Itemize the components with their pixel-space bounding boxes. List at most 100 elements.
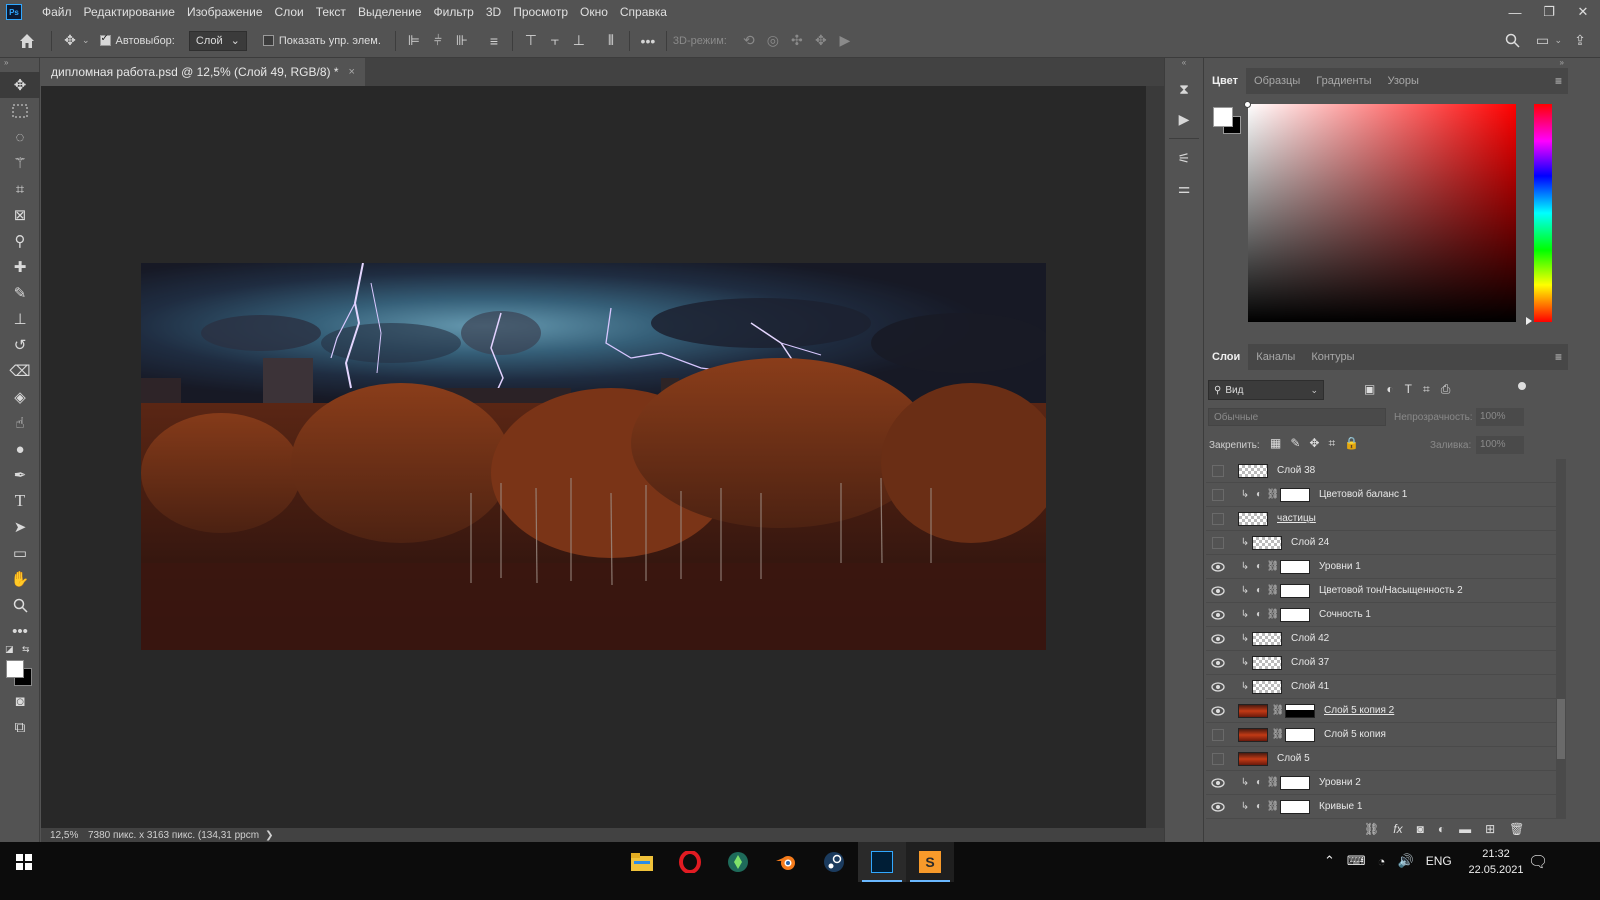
lock-transparent-icon[interactable]: ▦ xyxy=(1270,436,1281,451)
layer-mask-thumbnail[interactable] xyxy=(1285,703,1315,718)
lock-pixels-icon[interactable]: ✎ xyxy=(1290,436,1300,451)
menu-item[interactable]: Фильтр xyxy=(428,0,480,24)
menu-item[interactable]: Выделение xyxy=(352,0,428,24)
menu-item[interactable]: Файл xyxy=(36,0,78,24)
opera-icon[interactable] xyxy=(666,842,714,882)
layer-thumbnail[interactable] xyxy=(1280,607,1310,622)
smart-object-filter-icon[interactable]: ⎙ xyxy=(1441,382,1451,397)
screen-mode-icon[interactable]: ⧉ xyxy=(0,714,40,740)
mask-link-icon[interactable]: ⛓ xyxy=(1271,729,1285,740)
pen-tool-icon[interactable]: ✒ xyxy=(0,462,40,488)
tab-swatches[interactable]: Образцы xyxy=(1246,68,1308,94)
mask-link-icon[interactable]: ⛓ xyxy=(1271,705,1285,716)
lasso-tool-icon[interactable]: ◌ xyxy=(0,124,40,150)
eye-icon[interactable] xyxy=(1206,651,1230,675)
menu-item[interactable]: 3D xyxy=(480,0,507,24)
history-brush-tool-icon[interactable]: ↺ xyxy=(0,332,40,358)
layer-thumbnail[interactable] xyxy=(1238,511,1268,526)
app-icon[interactable] xyxy=(714,842,762,882)
show-controls-checkbox[interactable] xyxy=(262,35,274,46)
start-button[interactable] xyxy=(0,842,48,882)
path-selection-tool-icon[interactable]: ➤ xyxy=(0,514,40,540)
collapse-dock-icon[interactable]: » xyxy=(1204,58,1568,68)
history-panel-icon[interactable]: ⧗ xyxy=(1165,74,1203,104)
blend-mode-dropdown[interactable]: Обычные xyxy=(1208,408,1386,426)
volume-icon[interactable]: 🔊 xyxy=(1398,853,1414,869)
layer-row[interactable]: Слой 5 xyxy=(1206,747,1556,771)
3d-orbit-icon[interactable]: ⟲ xyxy=(737,29,761,53)
photoshop-taskbar-icon[interactable] xyxy=(858,842,906,882)
mask-link-icon[interactable]: ⛓ xyxy=(1266,609,1280,620)
minimize-icon[interactable]: — xyxy=(1498,0,1532,24)
restore-icon[interactable]: ❐ xyxy=(1532,0,1566,24)
layer-row[interactable]: частицы xyxy=(1206,507,1556,531)
file-explorer-icon[interactable] xyxy=(618,842,666,882)
tab-patterns[interactable]: Узоры xyxy=(1380,68,1427,94)
align-hcenter-icon[interactable]: ⫩ xyxy=(426,29,450,53)
layer-row[interactable]: ↳ Слой 24 xyxy=(1206,531,1556,555)
blender-icon[interactable] xyxy=(762,842,810,882)
layer-thumbnail[interactable] xyxy=(1252,535,1282,550)
eyedropper-tool-icon[interactable]: ⚲ xyxy=(0,228,40,254)
paint-bucket-tool-icon[interactable]: ◈ xyxy=(0,384,40,410)
crop-tool-icon[interactable]: ⌗ xyxy=(0,176,40,202)
actions-panel-icon[interactable]: ▶ xyxy=(1165,104,1203,134)
mask-link-icon[interactable]: ⛓ xyxy=(1266,585,1280,596)
shape-filter-icon[interactable]: ⌗ xyxy=(1423,382,1430,397)
chevron-up-icon[interactable]: ⌃ xyxy=(1324,853,1335,869)
hue-slider-handle[interactable] xyxy=(1526,317,1532,325)
brush-tool-icon[interactable]: ✎ xyxy=(0,280,40,306)
menu-item[interactable]: Просмотр xyxy=(507,0,574,24)
autoselect-checkbox[interactable] xyxy=(99,33,111,46)
layer-thumbnail[interactable] xyxy=(1238,463,1268,478)
layers-scrollbar-thumb[interactable] xyxy=(1557,699,1565,759)
expand-panel-icon[interactable]: » xyxy=(0,58,39,72)
layer-row[interactable]: ↳ ◐ ⛓ Цветовой баланс 1 xyxy=(1206,483,1556,507)
align-top-icon[interactable]: ⊤ xyxy=(519,29,543,53)
color-picker-field[interactable] xyxy=(1248,104,1516,322)
hidden-visibility-box[interactable] xyxy=(1206,483,1230,507)
menu-item[interactable]: Текст xyxy=(310,0,352,24)
magic-wand-tool-icon[interactable]: ⚚ xyxy=(0,150,40,176)
layer-thumbnail[interactable] xyxy=(1238,751,1268,766)
mask-link-icon[interactable]: ⛓ xyxy=(1266,489,1280,500)
layer-row[interactable]: ⛓ Слой 5 копия xyxy=(1206,723,1556,747)
close-tab-icon[interactable]: × xyxy=(349,66,355,78)
foreground-color-swatch[interactable] xyxy=(1213,107,1233,127)
align-bottom-icon[interactable]: ⊥ xyxy=(567,29,591,53)
rectangle-tool-icon[interactable]: ▭ xyxy=(0,540,40,566)
layer-thumbnail[interactable] xyxy=(1238,703,1268,718)
chevron-down-icon[interactable]: ⌄ xyxy=(82,35,90,46)
clock[interactable]: 21:32 22.05.2021 xyxy=(1464,846,1528,878)
type-tool-icon[interactable]: T xyxy=(0,488,40,514)
link-layers-icon[interactable]: ⛓ xyxy=(1364,822,1379,836)
eye-icon[interactable] xyxy=(1206,771,1230,795)
layer-thumbnail[interactable] xyxy=(1280,559,1310,574)
hidden-visibility-box[interactable] xyxy=(1206,723,1230,747)
frame-tool-icon[interactable]: ⊠ xyxy=(0,202,40,228)
default-colors-icon[interactable]: ◪ xyxy=(5,644,14,655)
chevron-right-icon[interactable]: ❯ xyxy=(265,830,273,841)
tab-paths[interactable]: Контуры xyxy=(1303,344,1362,370)
mask-link-icon[interactable]: ⛓ xyxy=(1266,801,1280,812)
hidden-visibility-box[interactable] xyxy=(1206,747,1230,771)
quick-mask-icon[interactable]: ◙ xyxy=(0,688,40,714)
language-indicator[interactable]: ENG xyxy=(1426,854,1452,868)
panel-menu-icon[interactable]: ≡ xyxy=(1555,74,1562,88)
mask-link-icon[interactable]: ⛓ xyxy=(1266,777,1280,788)
canvas-scrollbar[interactable] xyxy=(1146,86,1164,828)
hand-tool-icon[interactable]: ✋ xyxy=(0,566,40,592)
filter-toggle-icon[interactable] xyxy=(1518,382,1526,390)
new-group-icon[interactable]: ▬ xyxy=(1459,822,1471,836)
layers-scrollbar[interactable] xyxy=(1556,459,1566,819)
more-options-icon[interactable]: ••• xyxy=(636,29,660,53)
notifications-icon[interactable]: 🗨 xyxy=(1528,852,1548,872)
close-icon[interactable]: ✕ xyxy=(1566,0,1600,24)
layer-thumbnail[interactable] xyxy=(1280,583,1310,598)
3d-slide-icon[interactable]: ✥ xyxy=(809,29,833,53)
tab-gradients[interactable]: Градиенты xyxy=(1308,68,1379,94)
menu-item[interactable]: Редактирование xyxy=(78,0,181,24)
collapse-panels-icon[interactable]: « xyxy=(1165,58,1203,74)
color-picker-handle[interactable] xyxy=(1244,101,1251,108)
layer-row[interactable]: ↳ ◐ ⛓ Уровни 2 xyxy=(1206,771,1556,795)
